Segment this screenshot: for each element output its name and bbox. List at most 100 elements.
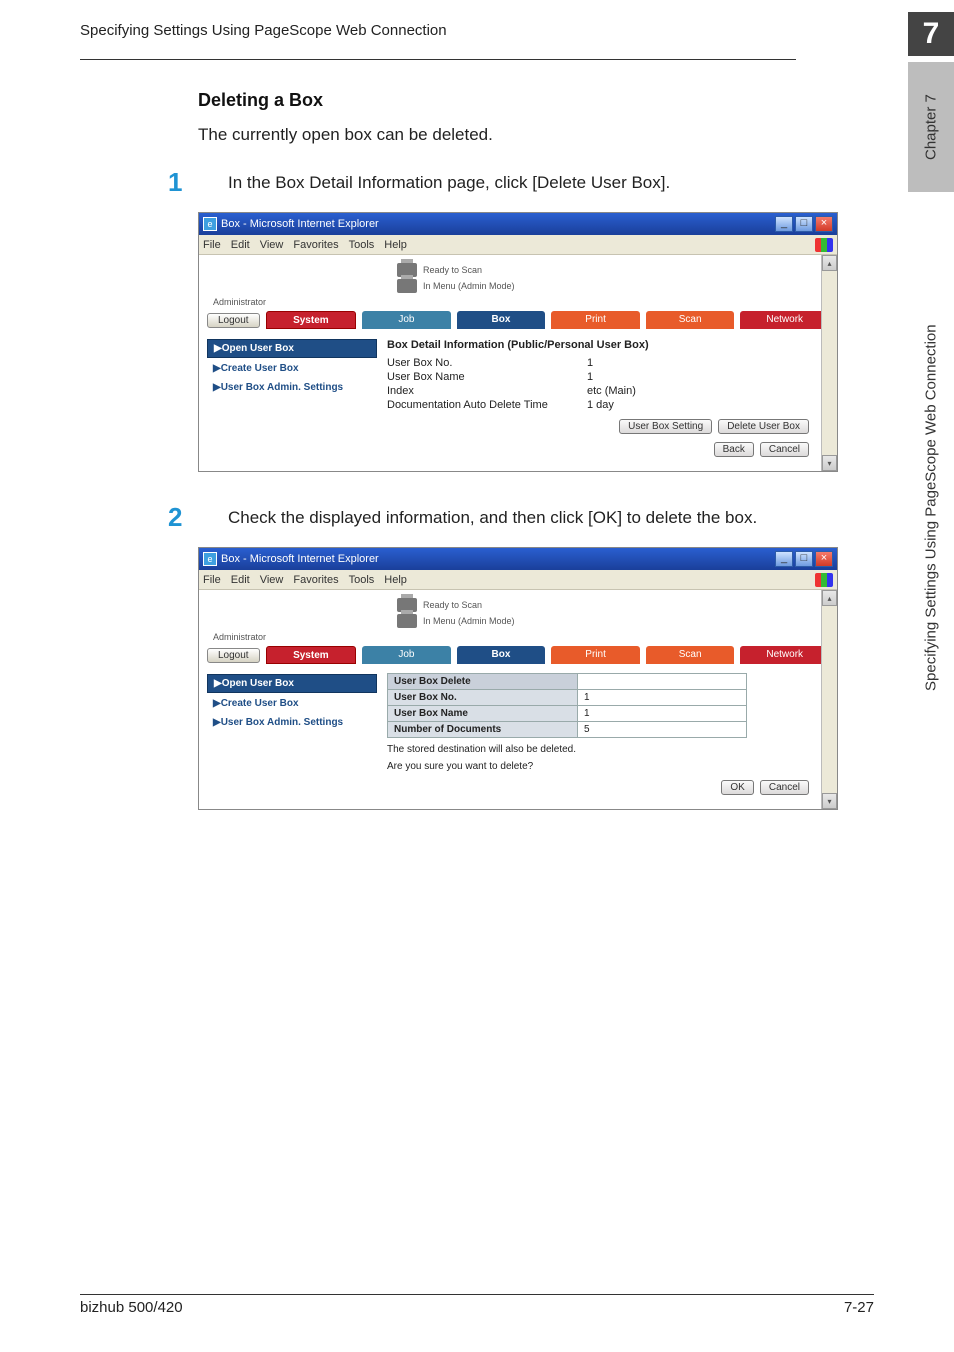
- tab-box[interactable]: Box: [457, 311, 546, 329]
- maximize-button[interactable]: □: [795, 216, 813, 232]
- value-user-box-name: 1: [587, 371, 593, 383]
- cancel-button[interactable]: Cancel: [760, 780, 809, 795]
- close-button[interactable]: ×: [815, 216, 833, 232]
- step-text: Check the displayed information, and the…: [228, 502, 757, 528]
- scroll-down-arrow[interactable]: ▾: [822, 455, 837, 471]
- window-titlebar: e Box - Microsoft Internet Explorer _ □ …: [199, 213, 837, 235]
- tab-scan[interactable]: Scan: [646, 646, 735, 664]
- user-box-setting-button[interactable]: User Box Setting: [619, 419, 712, 434]
- tab-job[interactable]: Job: [362, 646, 451, 664]
- chapter-label-vertical: Chapter 7: [908, 62, 954, 192]
- section-label-vertical: Specifying Settings Using PageScope Web …: [908, 198, 954, 818]
- windows-flag-icon: [815, 238, 833, 252]
- tab-print[interactable]: Print: [551, 646, 640, 664]
- status-ready: Ready to Scan: [423, 265, 482, 275]
- footer-product: bizhub 500/420: [80, 1299, 183, 1316]
- menu-tools[interactable]: Tools: [349, 239, 375, 251]
- step-number: 2: [168, 502, 198, 533]
- section-intro: The currently open box can be deleted.: [198, 125, 796, 145]
- printer-icon: [397, 614, 417, 628]
- maximize-button[interactable]: □: [795, 551, 813, 567]
- window-title: Box - Microsoft Internet Explorer: [221, 553, 379, 565]
- sidebar-item-admin-settings[interactable]: ▶User Box Admin. Settings: [207, 379, 377, 396]
- panel-title: User Box Delete: [388, 674, 578, 689]
- vertical-scrollbar[interactable]: ▴ ▾: [821, 590, 837, 809]
- value-user-box-no: 1: [578, 690, 596, 705]
- scroll-down-arrow[interactable]: ▾: [822, 793, 837, 809]
- menu-view[interactable]: View: [260, 574, 284, 586]
- tab-system[interactable]: System: [266, 646, 357, 664]
- menu-favorites[interactable]: Favorites: [293, 574, 338, 586]
- ok-button[interactable]: OK: [721, 780, 753, 795]
- tab-print[interactable]: Print: [551, 311, 640, 329]
- window-title: Box - Microsoft Internet Explorer: [221, 218, 379, 230]
- chapter-number-badge: 7: [908, 12, 954, 56]
- tab-box[interactable]: Box: [457, 646, 546, 664]
- screenshot-window-1: e Box - Microsoft Internet Explorer _ □ …: [198, 212, 838, 472]
- label-user-box-name: User Box Name: [387, 371, 587, 383]
- status-menu-mode: In Menu (Admin Mode): [423, 616, 515, 626]
- sidebar-item-admin-settings[interactable]: ▶User Box Admin. Settings: [207, 714, 377, 731]
- cancel-button[interactable]: Cancel: [760, 442, 809, 457]
- running-title: Specifying Settings Using PageScope Web …: [80, 22, 447, 39]
- administrator-label: Administrator: [213, 632, 829, 642]
- menu-favorites[interactable]: Favorites: [293, 239, 338, 251]
- delete-user-box-button[interactable]: Delete User Box: [718, 419, 809, 434]
- menu-view[interactable]: View: [260, 239, 284, 251]
- window-titlebar: e Box - Microsoft Internet Explorer _ □ …: [199, 548, 837, 570]
- back-button[interactable]: Back: [714, 442, 754, 457]
- sidebar-item-open-user-box[interactable]: ▶Open User Box: [207, 339, 377, 358]
- administrator-label: Administrator: [213, 297, 829, 307]
- menu-tools[interactable]: Tools: [349, 574, 375, 586]
- menu-help[interactable]: Help: [384, 574, 407, 586]
- panel-title: Box Detail Information (Public/Personal …: [387, 339, 829, 351]
- tab-scan[interactable]: Scan: [646, 311, 735, 329]
- step-number: 1: [168, 167, 198, 198]
- value-index: etc (Main): [587, 385, 636, 397]
- value-user-box-name: 1: [578, 706, 596, 721]
- screenshot-window-2: e Box - Microsoft Internet Explorer _ □ …: [198, 547, 838, 810]
- menu-file[interactable]: File: [203, 239, 221, 251]
- label-user-box-name: User Box Name: [388, 706, 578, 721]
- menu-bar: File Edit View Favorites Tools Help: [199, 570, 837, 590]
- label-index: Index: [387, 385, 587, 397]
- menu-edit[interactable]: Edit: [231, 239, 250, 251]
- windows-flag-icon: [815, 573, 833, 587]
- printer-icon: [397, 279, 417, 293]
- ie-icon: e: [203, 217, 217, 231]
- vertical-scrollbar[interactable]: ▴ ▾: [821, 255, 837, 471]
- tab-job[interactable]: Job: [362, 311, 451, 329]
- label-auto-delete-time: Documentation Auto Delete Time: [387, 399, 587, 411]
- section-title: Deleting a Box: [198, 90, 796, 111]
- menu-bar: File Edit View Favorites Tools Help: [199, 235, 837, 255]
- menu-edit[interactable]: Edit: [231, 574, 250, 586]
- sidebar-item-create-user-box[interactable]: ▶Create User Box: [207, 360, 377, 377]
- label-user-box-no: User Box No.: [388, 690, 578, 705]
- header-rule: [80, 59, 796, 60]
- delete-warning-line-2: Are you sure you want to delete?: [387, 761, 829, 772]
- sidebar-item-open-user-box[interactable]: ▶Open User Box: [207, 674, 377, 693]
- scroll-up-arrow[interactable]: ▴: [822, 590, 837, 606]
- sidebar-item-create-user-box[interactable]: ▶Create User Box: [207, 695, 377, 712]
- menu-help[interactable]: Help: [384, 239, 407, 251]
- menu-file[interactable]: File: [203, 574, 221, 586]
- close-button[interactable]: ×: [815, 551, 833, 567]
- value-auto-delete-time: 1 day: [587, 399, 614, 411]
- label-number-of-documents: Number of Documents: [388, 722, 578, 737]
- status-menu-mode: In Menu (Admin Mode): [423, 281, 515, 291]
- minimize-button[interactable]: _: [775, 216, 793, 232]
- scroll-up-arrow[interactable]: ▴: [822, 255, 837, 271]
- logout-button[interactable]: Logout: [207, 313, 260, 328]
- delete-warning-line-1: The stored destination will also be dele…: [387, 744, 829, 755]
- tab-network[interactable]: Network: [740, 646, 829, 664]
- status-ready: Ready to Scan: [423, 600, 482, 610]
- tab-network[interactable]: Network: [740, 311, 829, 329]
- value-number-of-documents: 5: [578, 722, 596, 737]
- value-user-box-no: 1: [587, 357, 593, 369]
- tab-system[interactable]: System: [266, 311, 357, 329]
- logout-button[interactable]: Logout: [207, 648, 260, 663]
- footer-page-number: 7-27: [844, 1299, 874, 1316]
- minimize-button[interactable]: _: [775, 551, 793, 567]
- label-user-box-no: User Box No.: [387, 357, 587, 369]
- step-text: In the Box Detail Information page, clic…: [228, 167, 670, 193]
